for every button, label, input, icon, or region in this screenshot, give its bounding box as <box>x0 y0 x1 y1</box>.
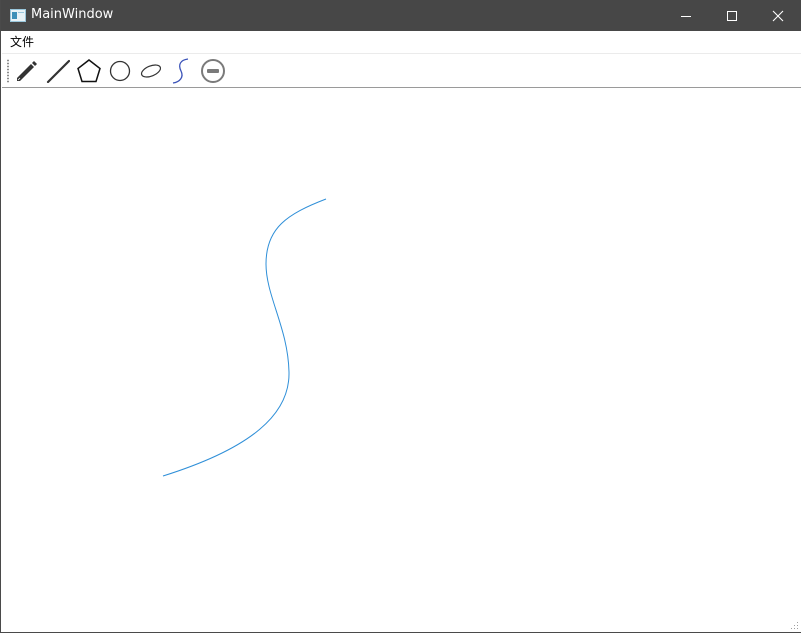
circle-icon <box>109 60 131 82</box>
eraser-tool-button[interactable] <box>199 57 227 85</box>
main-window: MainWindow 文件 <box>0 0 801 633</box>
pencil-tool-button[interactable] <box>13 57 41 85</box>
toolbar-handle[interactable] <box>7 59 9 83</box>
ellipse-tool-button[interactable] <box>137 57 165 85</box>
drawing-canvas[interactable] <box>2 88 801 632</box>
drawn-curve <box>162 198 327 477</box>
curve-icon <box>172 58 189 84</box>
curve-tool-button[interactable] <box>168 57 196 85</box>
minimize-button[interactable] <box>663 0 709 31</box>
eraser-icon <box>201 59 225 83</box>
ellipse-icon <box>140 64 162 78</box>
maximize-button[interactable] <box>709 0 755 31</box>
pentagon-tool-button[interactable] <box>75 57 103 85</box>
line-icon <box>46 59 70 83</box>
maximize-icon <box>727 10 737 21</box>
line-tool-button[interactable] <box>44 57 72 85</box>
circle-tool-button[interactable] <box>106 57 134 85</box>
close-button[interactable] <box>755 0 801 31</box>
window-title: MainWindow <box>31 7 114 22</box>
resize-grip-icon[interactable] <box>790 621 799 630</box>
toolbar <box>2 54 801 88</box>
title-bar[interactable]: MainWindow <box>1 0 801 31</box>
canvas-drawing <box>162 198 327 477</box>
app-icon <box>10 9 26 22</box>
minimize-icon <box>681 15 691 17</box>
menu-bar: 文件 <box>2 31 801 54</box>
menu-file[interactable]: 文件 <box>2 31 42 53</box>
pencil-icon <box>17 61 37 81</box>
close-icon <box>772 10 784 21</box>
pentagon-icon <box>77 59 101 83</box>
